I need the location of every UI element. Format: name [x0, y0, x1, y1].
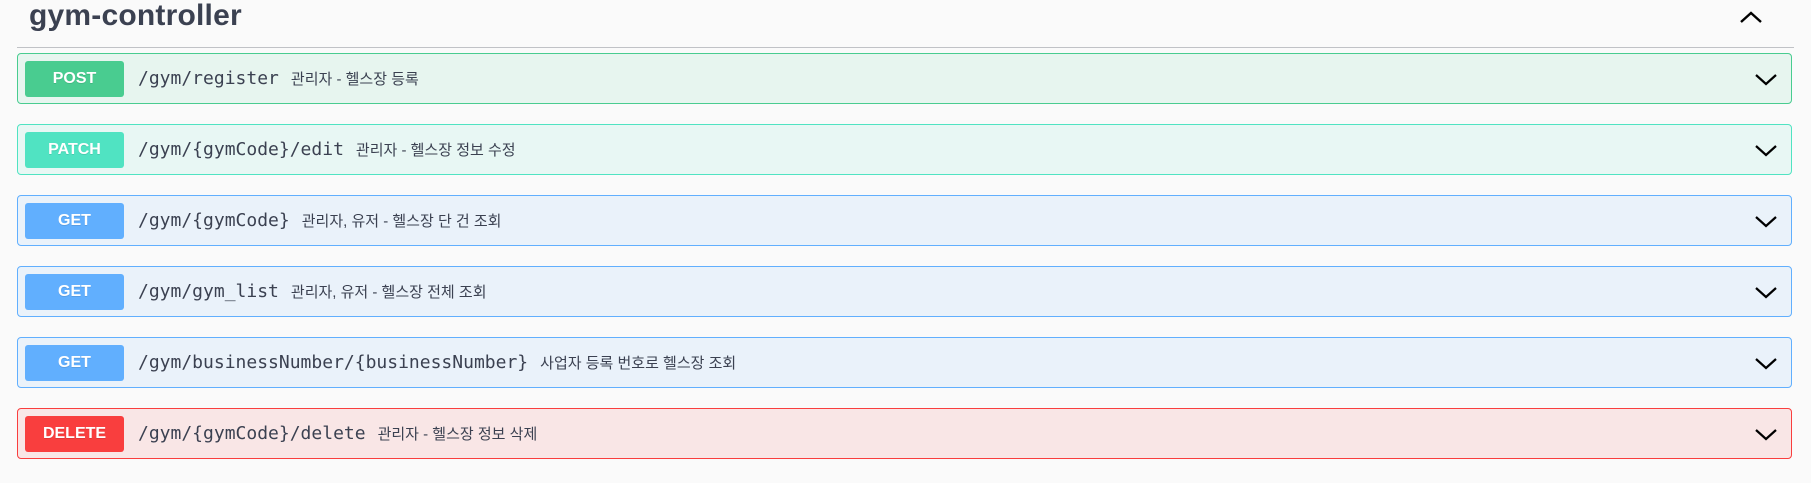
operation-path: /gym/businessNumber/{businessNumber}: [138, 352, 529, 373]
method-badge: DELETE: [25, 415, 124, 452]
method-badge: GET: [25, 344, 124, 381]
operation-summary: 관리자 - 헬스장 등록: [290, 71, 419, 88]
operation-summary: 관리자, 유저 - 헬스장 전체 조회: [290, 284, 487, 301]
operation-path: /gym/{gymCode}/edit: [138, 139, 344, 160]
method-badge: PATCH: [25, 131, 124, 168]
chevron-down-icon[interactable]: [1753, 351, 1779, 375]
operation-path: /gym/gym_list: [138, 281, 279, 302]
operation-summary: 관리자 - 헬스장 정보 수정: [355, 142, 516, 159]
chevron-down-icon[interactable]: [1753, 138, 1779, 162]
chevron-down-icon[interactable]: [1753, 67, 1779, 91]
operation-path: /gym/{gymCode}: [138, 210, 290, 231]
chevron-down-icon[interactable]: [1753, 422, 1779, 446]
chevron-up-icon[interactable]: [1736, 6, 1766, 28]
operation-delete-gym[interactable]: DELETE /gym/{gymCode}/delete 관리자 - 헬스장 정…: [17, 408, 1792, 459]
section-title: gym-controller: [29, 0, 242, 32]
chevron-down-icon[interactable]: [1753, 280, 1779, 304]
operation-summary: 관리자 - 헬스장 정보 삭제: [377, 426, 538, 443]
operation-summary: 사업자 등록 번호로 헬스장 조회: [540, 355, 737, 372]
operation-post-register[interactable]: POST /gym/register 관리자 - 헬스장 등록: [17, 53, 1792, 104]
operations-list: POST /gym/register 관리자 - 헬스장 등록 PATCH /g…: [17, 53, 1792, 479]
operation-path: /gym/{gymCode}/delete: [138, 423, 366, 444]
method-badge: POST: [25, 60, 124, 97]
operation-get-gym[interactable]: GET /gym/{gymCode} 관리자, 유저 - 헬스장 단 건 조회: [17, 195, 1792, 246]
operation-get-business-number[interactable]: GET /gym/businessNumber/{businessNumber}…: [17, 337, 1792, 388]
operation-path: /gym/register: [138, 68, 279, 89]
operation-patch-edit[interactable]: PATCH /gym/{gymCode}/edit 관리자 - 헬스장 정보 수…: [17, 124, 1792, 175]
method-badge: GET: [25, 202, 124, 239]
operation-summary: 관리자, 유저 - 헬스장 단 건 조회: [301, 213, 502, 230]
section-header[interactable]: gym-controller: [17, 0, 1794, 48]
operation-get-gym-list[interactable]: GET /gym/gym_list 관리자, 유저 - 헬스장 전체 조회: [17, 266, 1792, 317]
method-badge: GET: [25, 273, 124, 310]
chevron-down-icon[interactable]: [1753, 209, 1779, 233]
